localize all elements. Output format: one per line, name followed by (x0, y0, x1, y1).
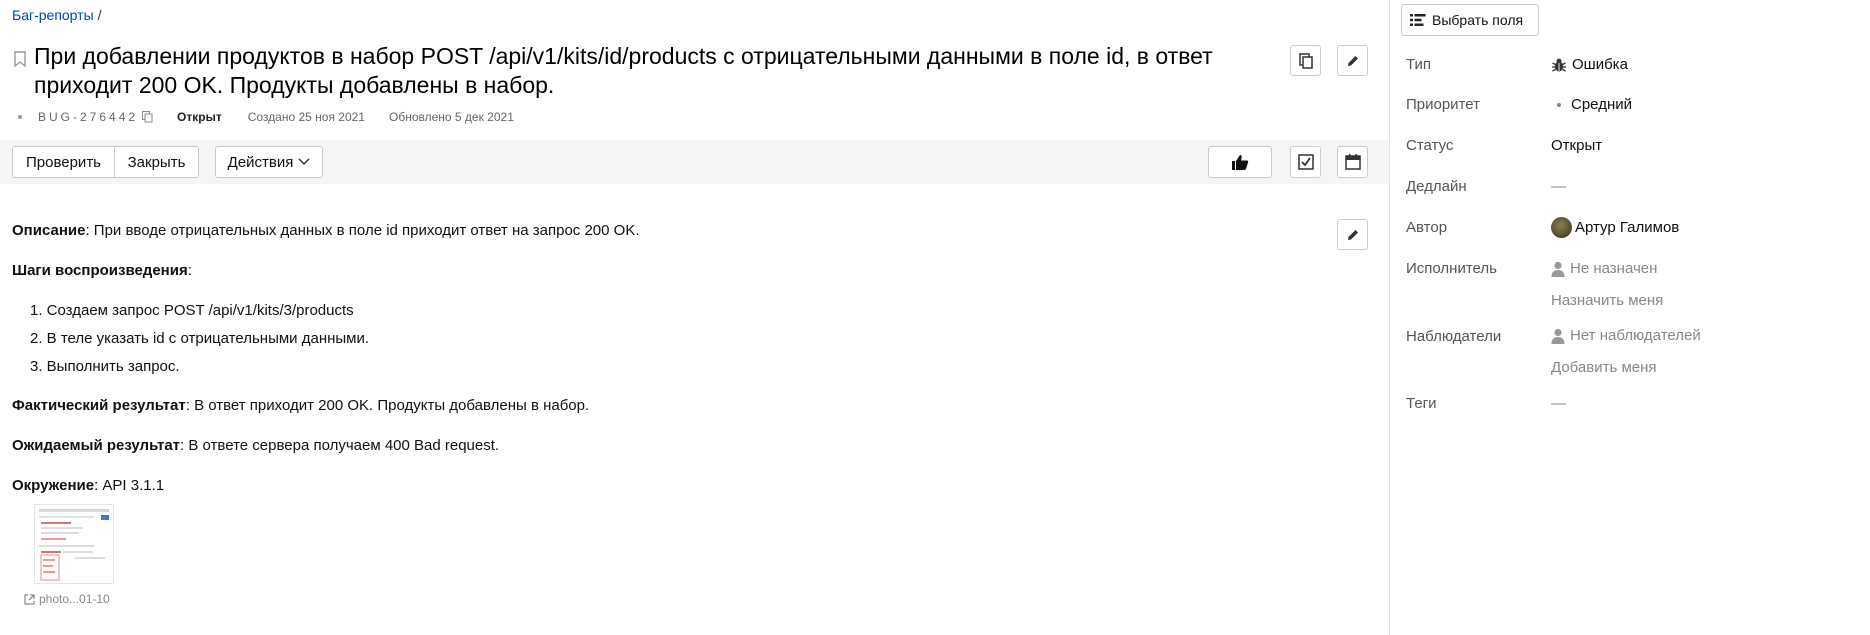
action-toolbar: Проверить Закрыть Действия (0, 140, 1389, 184)
steps-colon: : (187, 262, 192, 279)
assignee-text: Не назначен (1570, 260, 1658, 277)
environment-label: Окружение (12, 477, 95, 494)
checkbox-icon (1297, 154, 1314, 170)
priority-dot-icon (1557, 102, 1561, 107)
description-paragraph: Описание: При вводе отрицательных данных… (12, 222, 640, 239)
field-value-assignee[interactable]: Не назначен (1551, 260, 1657, 277)
like-button[interactable] (1208, 146, 1272, 178)
issue-meta: BUG-276442 Открыт Создано 25 ноя 2021 Об… (18, 110, 514, 124)
external-link-icon (24, 593, 35, 605)
status-badge: Открыт (177, 110, 222, 124)
add-me-link[interactable]: Добавить меня (1551, 359, 1657, 376)
created-date: Создано 25 ноя 2021 (247, 110, 365, 124)
steps-heading: Шаги воспроизведения: (12, 262, 192, 279)
field-value-status[interactable]: Открыт (1551, 137, 1602, 154)
field-value-deadline[interactable]: — (1551, 178, 1566, 195)
issue-title: При добавлении продуктов в набор POST /a… (34, 43, 1213, 98)
field-value-author[interactable]: Артур Галимов (1551, 217, 1679, 238)
issue-key: BUG-276442 (38, 110, 139, 124)
attachment-caption[interactable]: photo...01-10 (24, 592, 110, 606)
expected-result-label: Ожидаемый результат (12, 437, 181, 454)
close-button[interactable]: Закрыть (114, 146, 199, 178)
issue-main-panel: Баг-репорты / При добавлении продуктов в … (0, 0, 1389, 635)
bug-icon (1552, 58, 1566, 72)
attachment-preview-image (35, 505, 113, 583)
watchers-text: Нет наблюдателей (1570, 327, 1701, 344)
actions-dropdown[interactable]: Действия (215, 146, 323, 178)
edit-title-button[interactable] (1337, 45, 1368, 76)
breadcrumb-link-bug-reports[interactable]: Баг-репорты (12, 7, 94, 23)
pencil-icon (1347, 55, 1358, 66)
actual-result-label: Фактический результат (12, 397, 186, 414)
chevron-down-icon (298, 158, 310, 166)
avatar (1551, 217, 1572, 238)
list-item: 3. Выполнить запрос. (30, 358, 180, 375)
check-button[interactable]: Проверить (12, 146, 115, 178)
field-value-tags[interactable]: — (1551, 395, 1566, 412)
list-settings-icon (1410, 14, 1426, 26)
attachment-thumbnail[interactable] (34, 504, 114, 584)
actual-result-text: : В ответ приходит 200 OK. Продукты доба… (185, 397, 590, 414)
priority-value-text: Средний (1571, 96, 1632, 113)
field-value-priority[interactable]: Средний (1551, 96, 1632, 113)
list-item: 1. Создаем запрос POST /api/v1/kits/3/pr… (30, 302, 354, 319)
pick-fields-button[interactable]: Выбрать поля (1401, 4, 1539, 36)
checklist-button[interactable] (1290, 146, 1321, 178)
type-value-text: Ошибка (1572, 56, 1628, 73)
list-item: 2. В теле указать id с отрицательными да… (30, 330, 370, 347)
copy-link-button[interactable] (1290, 45, 1321, 76)
calendar-icon (1344, 154, 1361, 170)
meta-dot (18, 115, 22, 119)
field-label-priority: Приоритет (1406, 96, 1480, 113)
copy-key-icon[interactable] (142, 111, 153, 123)
environment-text: : API 3.1.1 (94, 477, 165, 494)
field-label-watchers: Наблюдатели (1406, 328, 1502, 345)
pencil-icon (1347, 229, 1358, 240)
steps-label: Шаги воспроизведения (12, 262, 188, 279)
field-label-author: Автор (1406, 219, 1448, 236)
pick-fields-label: Выбрать поля (1432, 12, 1524, 28)
user-icon (1551, 328, 1565, 344)
breadcrumb-separator: / (97, 7, 102, 23)
field-label-status: Статус (1406, 137, 1454, 154)
field-label-deadline: Дедлайн (1406, 178, 1467, 195)
calendar-button[interactable] (1337, 146, 1368, 178)
breadcrumb: Баг-репорты / (12, 7, 102, 23)
thumbs-up-icon (1232, 154, 1249, 170)
author-name: Артур Галимов (1575, 219, 1680, 236)
field-label-type: Тип (1406, 56, 1432, 73)
expected-result-paragraph: Ожидаемый результат: В ответе сервера по… (12, 437, 499, 454)
environment-paragraph: Окружение: API 3.1.1 (12, 477, 164, 494)
bookmark-icon[interactable] (14, 51, 26, 67)
field-value-watchers[interactable]: Нет наблюдателей (1551, 327, 1701, 344)
edit-description-button[interactable] (1337, 219, 1368, 250)
description-label: Описание (12, 222, 86, 239)
field-value-type[interactable]: Ошибка (1551, 56, 1628, 73)
field-label-assignee: Исполнитель (1406, 260, 1497, 277)
user-icon (1551, 261, 1565, 277)
expected-result-text: : В ответе сервера получаем 400 Bad requ… (180, 437, 500, 454)
actions-label: Действия (227, 153, 294, 171)
attachment-filename: photo...01-10 (39, 592, 110, 606)
copy-icon (1298, 52, 1313, 69)
description-text: : При вводе отрицательных данных в поле … (85, 222, 640, 239)
assign-me-link[interactable]: Назначить меня (1551, 292, 1663, 309)
actual-result-paragraph: Фактический результат: В ответ приходит … (12, 397, 589, 414)
field-label-tags: Теги (1406, 395, 1437, 412)
updated-date: Обновлено 5 дек 2021 (388, 110, 514, 124)
fields-sidebar: Выбрать поля Тип Ошибка Приоритет Средни… (1390, 0, 1870, 635)
